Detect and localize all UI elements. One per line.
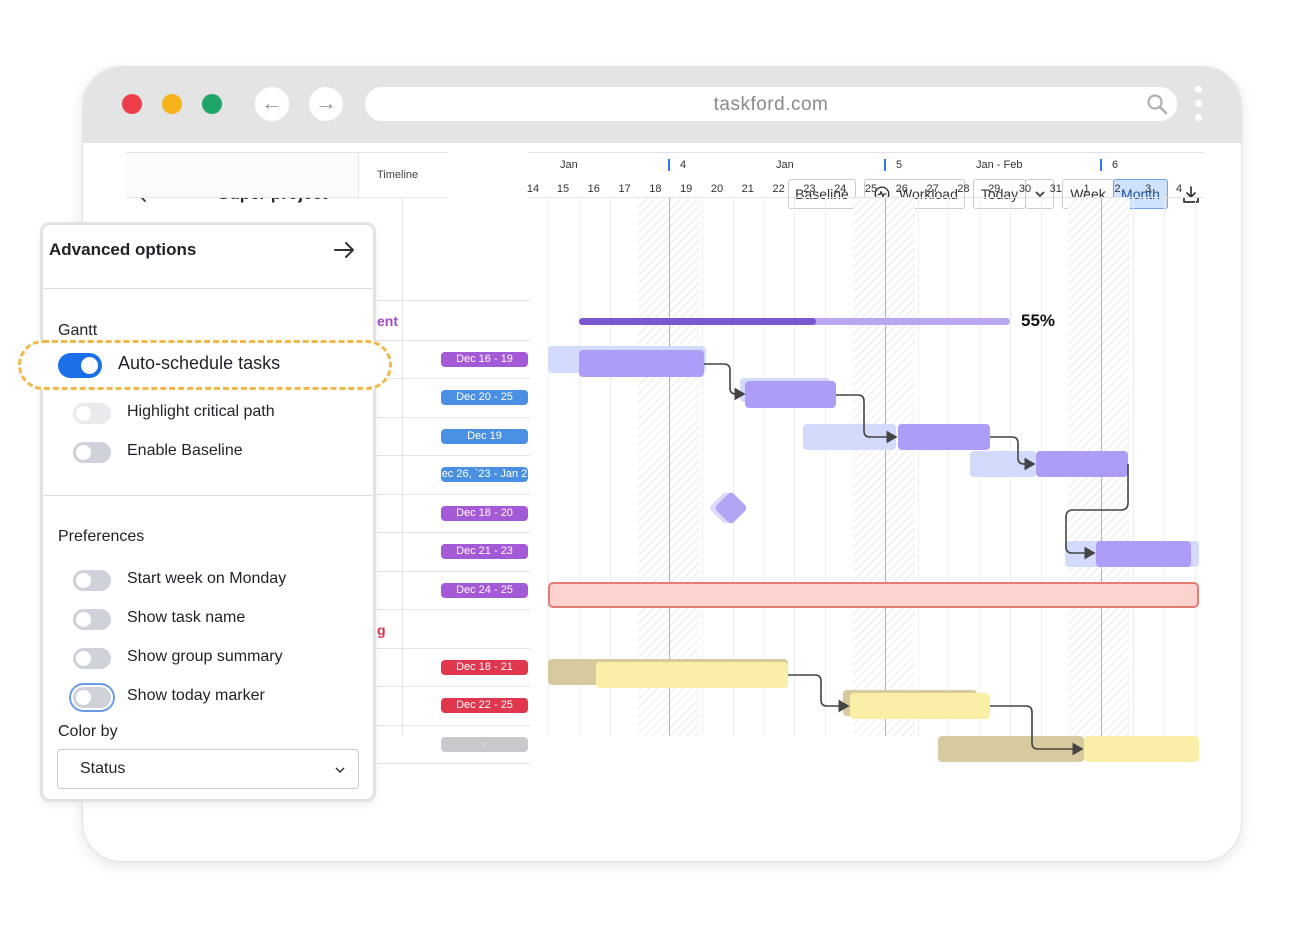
show-today-marker-option[interactable]: Show today marker	[73, 685, 363, 709]
auto-schedule-toggle[interactable]	[58, 353, 102, 378]
chevron-down-icon	[335, 767, 345, 774]
enable-baseline-option[interactable]: Enable Baseline	[73, 440, 363, 464]
preferences-section-label: Preferences	[58, 528, 145, 545]
color-by-value: Status	[80, 760, 126, 777]
gantt-section-label: Gantt	[58, 322, 98, 339]
enable-baseline-toggle[interactable]	[73, 442, 111, 463]
start-week-monday-toggle[interactable]	[73, 570, 111, 591]
auto-schedule-option-highlight[interactable]: Auto-schedule tasks	[18, 340, 392, 390]
start-week-monday-label: Start week on Monday	[127, 570, 287, 587]
color-by-select[interactable]: Status	[57, 749, 359, 789]
highlight-critical-path-toggle[interactable]	[73, 403, 111, 424]
show-today-marker-toggle[interactable]	[73, 687, 111, 708]
advanced-options-panel: Advanced options Gantt Highlight critica…	[40, 222, 376, 802]
show-today-marker-label: Show today marker	[127, 687, 265, 704]
arrow-right-icon[interactable]	[331, 237, 357, 263]
show-group-summary-option[interactable]: Show group summary	[73, 646, 363, 670]
auto-schedule-label: Auto-schedule tasks	[118, 353, 281, 373]
panel-title: Advanced options	[49, 240, 197, 259]
show-task-name-toggle[interactable]	[73, 609, 111, 630]
show-group-summary-toggle[interactable]	[73, 648, 111, 669]
highlight-critical-path-option[interactable]: Highlight critical path	[73, 401, 363, 425]
highlight-critical-path-label: Highlight critical path	[127, 403, 275, 420]
show-group-summary-label: Show group summary	[127, 648, 283, 665]
show-task-name-label: Show task name	[127, 609, 246, 626]
show-task-name-option[interactable]: Show task name	[73, 607, 363, 631]
enable-baseline-label: Enable Baseline	[127, 442, 243, 459]
start-week-monday-option[interactable]: Start week on Monday	[73, 568, 363, 592]
color-by-label: Color by	[58, 723, 118, 740]
